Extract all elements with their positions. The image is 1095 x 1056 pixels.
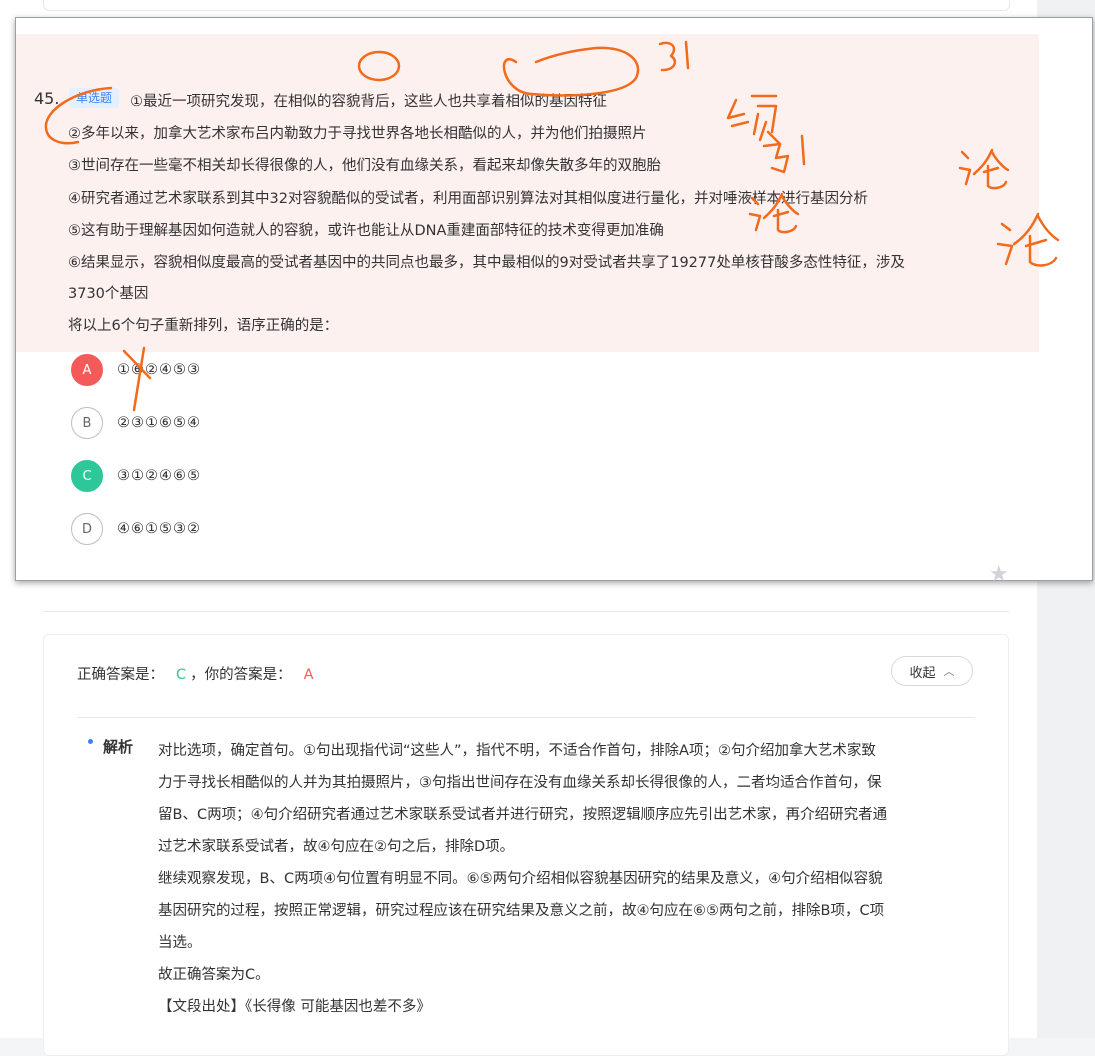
analysis-line: 留B、C两项；④句介绍研究者通过艺术家联系受试者并进行研究，按照逻辑顺序应先引出… (158, 807, 888, 823)
chevron-up-icon: ︿ (943, 665, 955, 678)
analysis-label: 解析 (103, 738, 134, 756)
answer-summary: 正确答案是： C ，你的答案是： A (77, 663, 314, 684)
question-type-tag: 单选题 (69, 88, 120, 108)
option-b[interactable]: B ②③①⑥⑤④ (71, 406, 201, 440)
bullet-dot (88, 739, 93, 744)
your-answer-value: A (303, 667, 314, 683)
question-prompt: 将以上6个句子重新排列，语序正确的是： (68, 318, 339, 334)
option-c-text[interactable]: ③①②④⑥⑤ (117, 468, 201, 484)
option-d-letter[interactable]: D (71, 513, 103, 545)
option-a-letter[interactable]: A (71, 354, 103, 386)
star-icon[interactable]: ★ (989, 562, 1009, 587)
stem-sentence-5: ⑤这有助于理解基因如何造就人的容貌，或许也能让从DNA重建面部特征的技术变得更加… (68, 223, 664, 239)
question-stem: 45. 单选题 ①最近一项研究发现，在相似的容貌背后，这些人也共享着相似的基因特… (16, 34, 1039, 352)
option-d[interactable]: D ④⑥①⑤③② (71, 512, 201, 546)
answer-card: 正确答案是： C ，你的答案是： A 收起 ︿ 解析 对比选项，确定首句。①句出现指代… (43, 634, 1009, 1056)
answer-separator: ， (190, 667, 205, 683)
stem-sentence-6: ⑥结果显示，容貌相似度最高的受试者基因中的共同点也最多，其中最相似的9对受试者共… (68, 255, 905, 271)
correct-answer-label: 正确答案是： (77, 667, 164, 683)
stem-sentence-4: ④研究者通过艺术家联系到其中32对容貌酷似的受试者，利用面部识别算法对其相似度进… (68, 191, 868, 207)
option-b-text[interactable]: ②③①⑥⑤④ (117, 415, 201, 431)
stem-sentence-3: ③世间存在一些毫不相关却长得很像的人，他们没有血缘关系，看起来却像失散多年的双胞… (68, 158, 661, 174)
stem-sentence-2: ②多年以来，加拿大艺术家布吕内勒致力于寻找世界各地长相酷似的人，并为他们拍摄照片 (68, 126, 647, 142)
previous-card-edge (43, 0, 1010, 11)
collapse-button-label: 收起 (909, 665, 936, 681)
analysis-line: 对比选项，确定首句。①句出现指代词“这些人”，指代不明，不适合作首句，排除A项；… (158, 743, 876, 759)
section-divider (43, 611, 1009, 612)
analysis-line: 故正确答案为C。 (158, 967, 270, 983)
stem-sentence-1: ①最近一项研究发现，在相似的容貌背后，这些人也共享着相似的基因特征 (130, 94, 607, 110)
analysis-line: 【文段出处】《长得像 可能基因也差不多》 (158, 999, 431, 1015)
option-b-letter[interactable]: B (71, 407, 103, 439)
analysis-line: 当选。 (158, 935, 202, 951)
option-a-text[interactable]: ①⑥②④⑤③ (117, 362, 201, 378)
question-card: 45. 单选题 ①最近一项研究发现，在相似的容貌背后，这些人也共享着相似的基因特… (15, 17, 1093, 587)
option-c[interactable]: C ③①②④⑥⑤ (71, 459, 201, 493)
question-number: 45. (34, 89, 60, 108)
correct-answer-value: C (176, 667, 187, 683)
analysis-line: 继续观察发现，B、C两项④句位置有明显不同。⑥⑤两句介绍相似容貌基因研究的结果及… (158, 871, 883, 887)
stem-sentence-6-cont: 3730个基因 (68, 286, 149, 302)
option-c-letter[interactable]: C (71, 460, 103, 492)
collapse-button[interactable]: 收起 ︿ (891, 656, 973, 686)
analysis-text: 对比选项，确定首句。①句出现指代词“这些人”，指代不明，不适合作首句，排除A项；… (158, 735, 968, 1023)
your-answer-label: 你的答案是： (204, 667, 292, 683)
option-a[interactable]: A ①⑥②④⑤③ (71, 353, 201, 387)
answer-divider (77, 717, 975, 718)
analysis-line: 基因研究的过程，按照正常逻辑，研究过程应该在研究结果及意义之前，故④句应在⑥⑤两… (158, 903, 885, 919)
option-d-text[interactable]: ④⑥①⑤③② (117, 521, 201, 537)
analysis-line: 力于寻找长相酷似的人并为其拍摄照片，③句指出世间存在没有血缘关系却长得很像的人，… (158, 775, 882, 791)
analysis-line: 过艺术家联系受试者，故④句应在②句之后，排除D项。 (158, 839, 515, 855)
